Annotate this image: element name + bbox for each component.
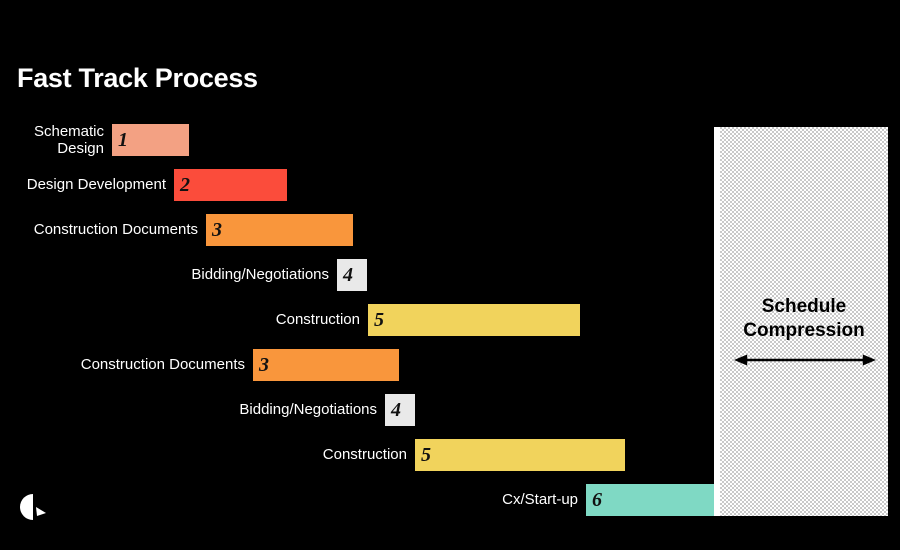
bar-segment: 4 [337,259,367,291]
bar-row-label: Construction Documents [34,221,206,238]
bar-row-label-line1: Schematic [33,122,104,140]
bar-row-label-line1: Bidding/Negotiations [191,266,329,284]
bar-row-label: Construction [323,446,415,463]
bar-number-label: 3 [212,219,222,241]
bar-number-label: 3 [259,354,269,376]
bar-row-label-line2: Design [57,140,104,157]
bar-row-label: Schematic Design [34,123,112,158]
bar-row-label: Construction [276,311,368,328]
fast-track-process-slide: Fast Track Process Schedule Compression … [0,0,900,550]
bar-row: Construction Documents 3 [34,214,353,246]
bar-segment: 3 [253,349,399,381]
bar-row: Bidding/Negotiations 4 [239,394,415,426]
bar-number-label: 4 [343,264,353,286]
bar-row-label: Bidding/Negotiations [239,401,385,418]
bar-number-label: 6 [592,489,602,511]
bar-number-label: 1 [118,129,128,151]
bar-segment: 5 [368,304,580,336]
schedule-compression-panel: Schedule Compression [714,127,888,516]
bar-row-label-line1: Design Development [26,176,166,194]
bar-row: Schematic Design 1 [34,123,189,157]
bar-segment: 2 [174,169,287,201]
bar-segment: 4 [385,394,415,426]
bar-row-label: Bidding/Negotiations [191,266,337,283]
bar-row: Bidding/Negotiations 4 [191,259,367,291]
panel-label: Schedule Compression [720,295,888,343]
bar-row: Construction 5 [276,304,580,336]
bar-row: Cx/Start-up 6 [502,484,714,516]
bar-row-label-line1: Cx/Start-up [502,491,578,509]
bar-row: Design Development 2 [27,169,287,201]
double-headed-arrow-icon [734,353,876,367]
bar-row-label-line1: Construction [275,311,360,329]
bar-row-label: Design Development [27,176,174,193]
bar-number-label: 5 [374,309,384,331]
bar-row-label: Construction Documents [81,356,253,373]
bar-number-label: 5 [421,444,431,466]
bar-row: Construction Documents 3 [81,349,399,381]
bar-segment: 1 [112,124,189,156]
bar-number-label: 4 [391,399,401,421]
bar-row-label-line1: Construction [322,446,407,464]
bar-row: Construction 5 [323,439,625,471]
bar-row-label-line1: Construction Documents [80,356,245,374]
panel-label-line1: Schedule [761,296,847,317]
half-disc-logo-icon [13,490,49,528]
bar-segment: 5 [415,439,625,471]
page-title: Fast Track Process [17,63,258,93]
bar-number-label: 2 [180,174,190,196]
bar-row-label-line1: Bidding/Negotiations [239,401,377,419]
bar-segment: 3 [206,214,353,246]
bar-row-label: Cx/Start-up [502,491,586,508]
bar-row-label-line1: Construction Documents [33,221,198,239]
bar-segment: 6 [586,484,714,516]
panel-label-line2: Compression [743,319,865,341]
